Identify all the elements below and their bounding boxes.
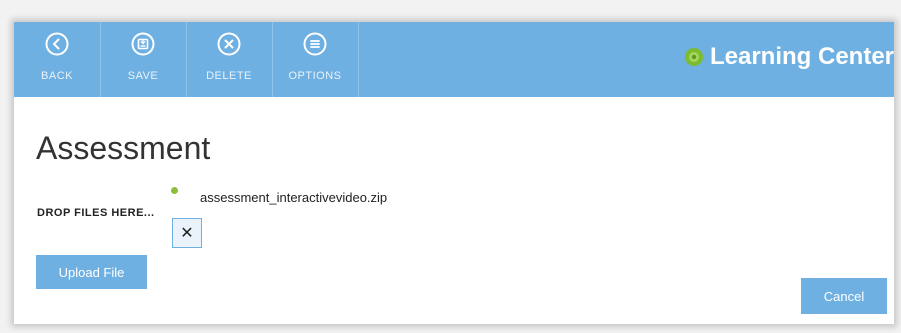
- delete-label: DELETE: [206, 70, 252, 82]
- save-label: SAVE: [127, 70, 159, 82]
- delete-circle-icon: [217, 32, 241, 56]
- remove-file-button[interactable]: ✕: [172, 218, 202, 248]
- file-name: assessment_interactivevideo.zip: [200, 190, 388, 205]
- options-circle-icon: [303, 32, 327, 56]
- upload-status-dot: [171, 187, 178, 194]
- toolbar: BACK SAVE DELETE OPTIONS Learning Center: [14, 22, 894, 97]
- delete-button[interactable]: DELETE: [186, 22, 273, 97]
- save-circle-icon: [131, 32, 155, 56]
- brand: Learning Center: [684, 42, 894, 72]
- close-icon: ✕: [180, 225, 194, 242]
- back-label: BACK: [41, 70, 73, 82]
- cancel-button[interactable]: Cancel: [801, 278, 887, 314]
- options-label: OPTIONS: [288, 70, 342, 82]
- brand-name: Learning Center: [709, 43, 894, 70]
- learning-center-logo-icon: [684, 48, 703, 66]
- back-circle-icon: [45, 32, 69, 56]
- options-button[interactable]: OPTIONS: [272, 22, 359, 97]
- upload-file-button[interactable]: Upload File: [36, 255, 147, 289]
- app-window: BACK SAVE DELETE OPTIONS Learning Center…: [14, 22, 894, 324]
- drop-zone-label[interactable]: DROP FILES HERE...: [37, 207, 155, 219]
- back-button[interactable]: BACK: [14, 22, 101, 97]
- save-button[interactable]: SAVE: [100, 22, 187, 97]
- page-title: Assessment: [36, 130, 211, 166]
